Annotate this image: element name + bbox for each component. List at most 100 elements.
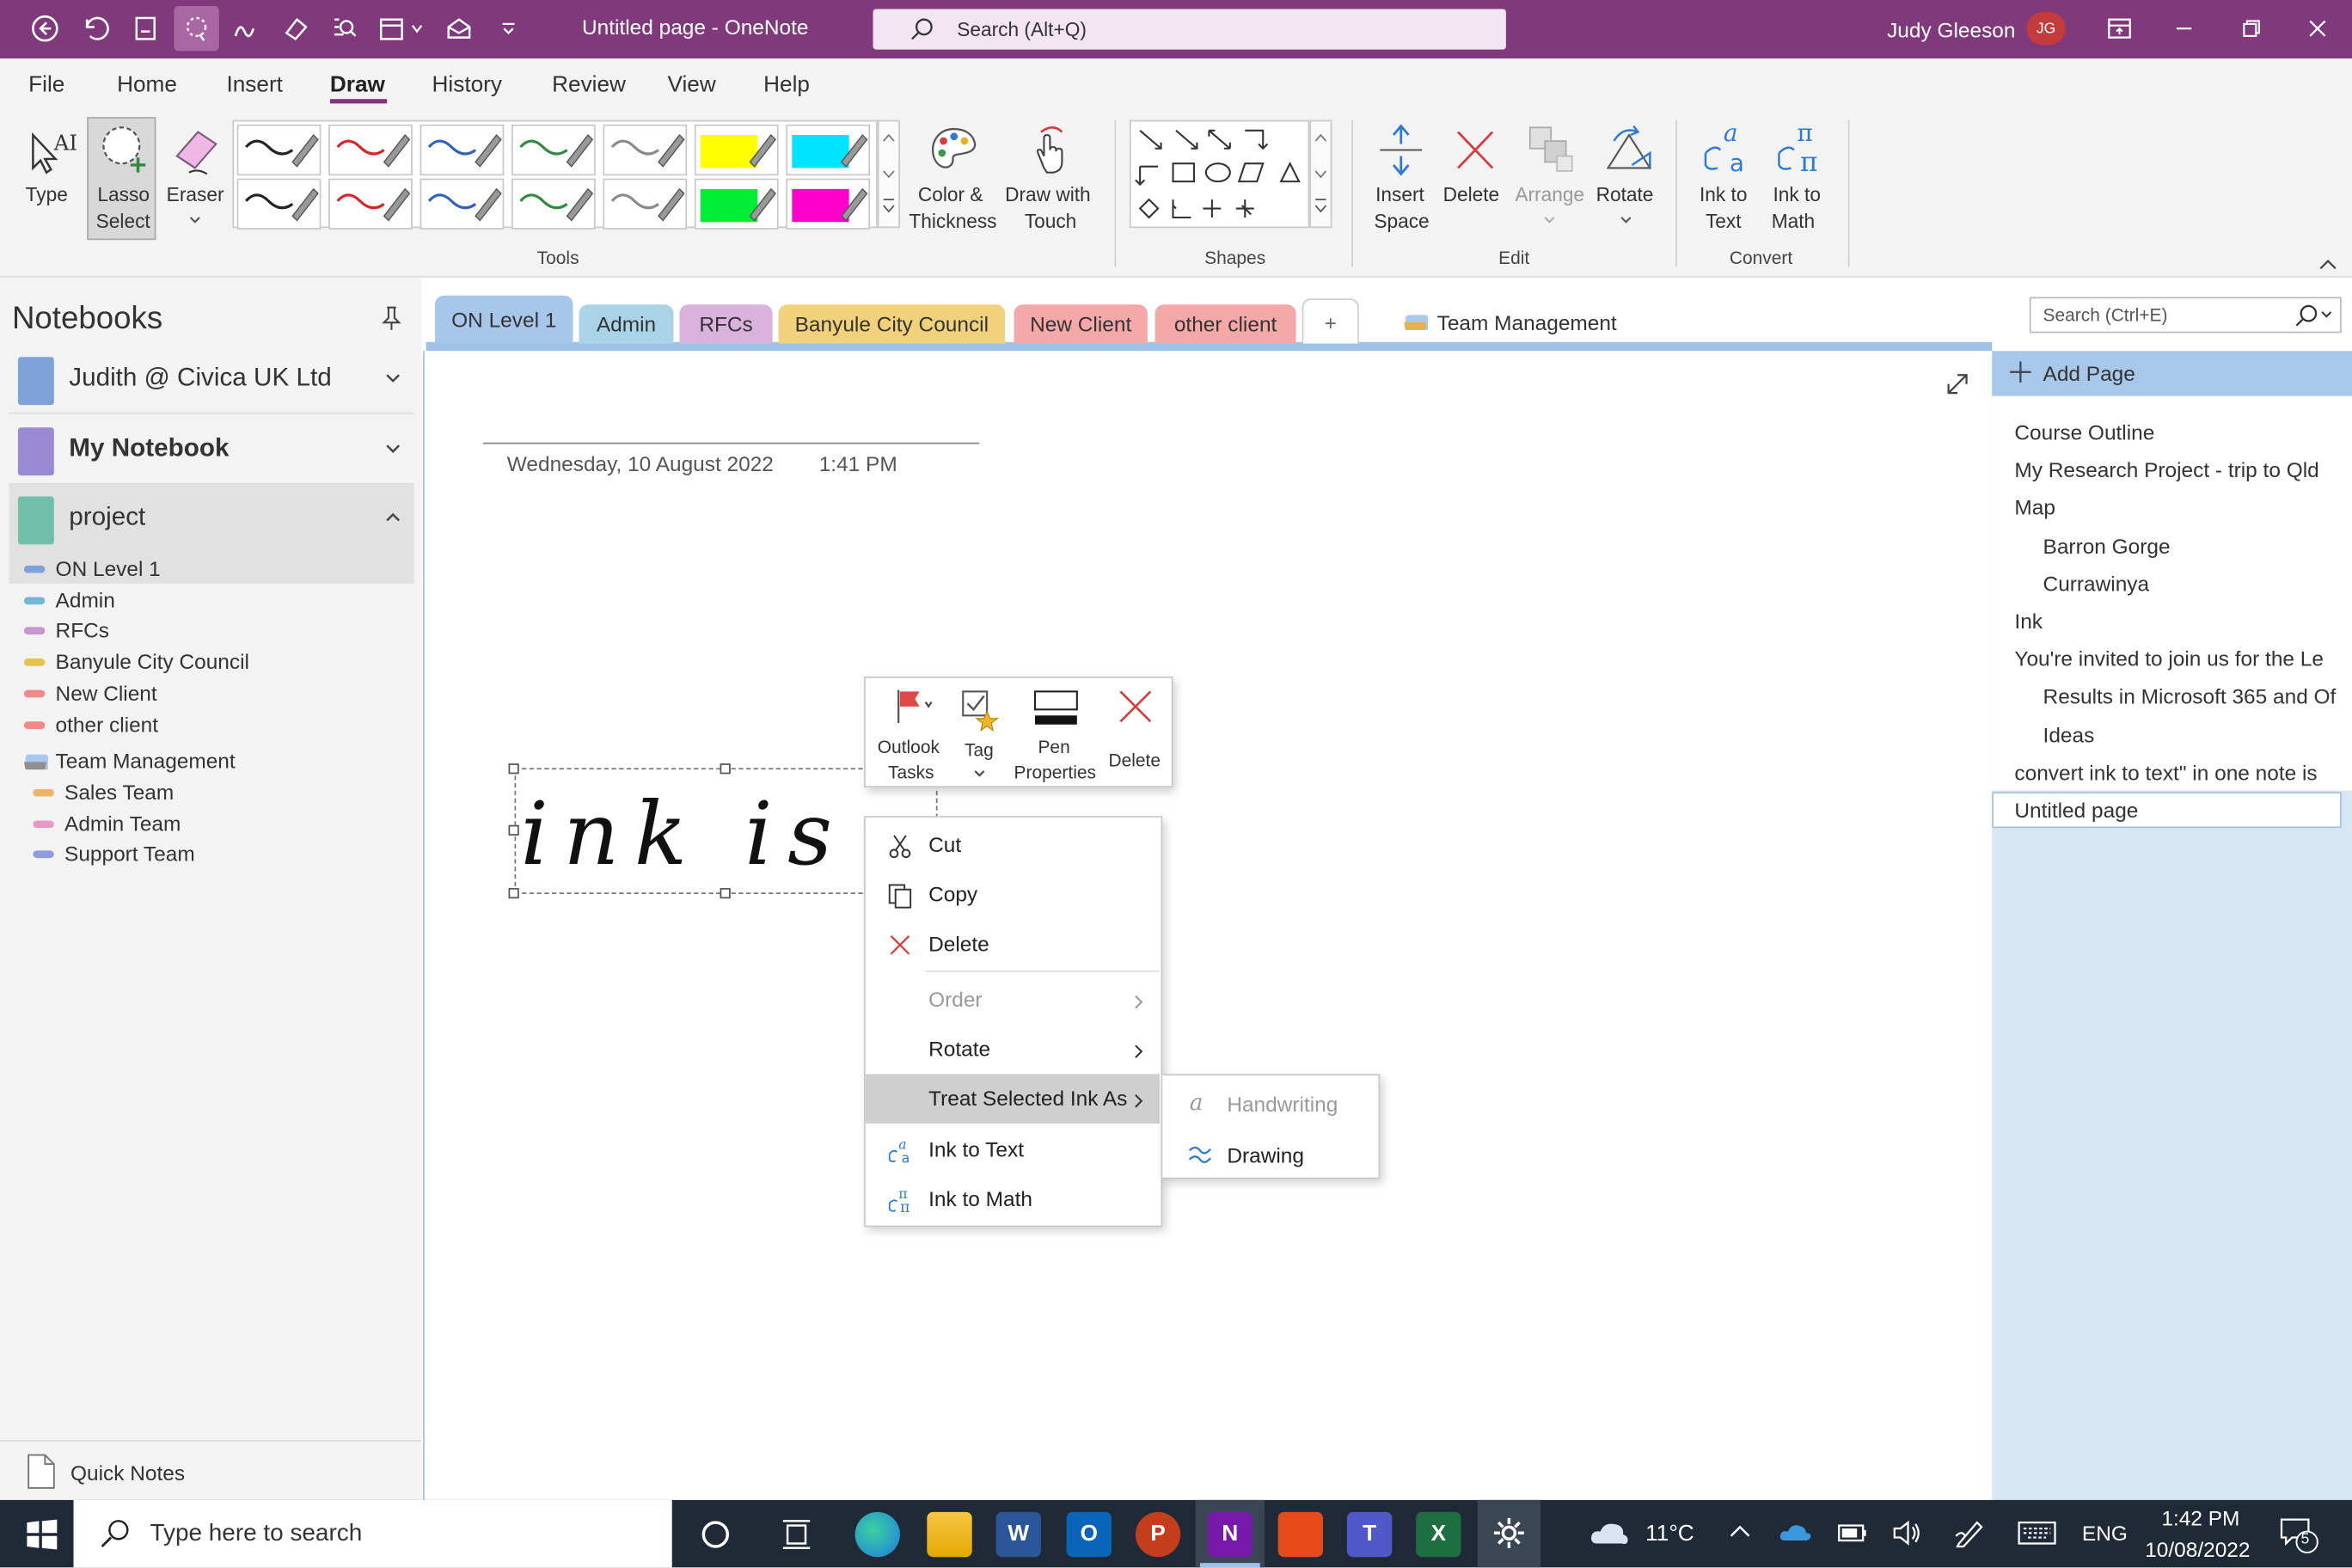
menu-insert[interactable]: Insert	[226, 72, 282, 98]
drawing-menu-item[interactable]: Drawing	[1166, 1130, 1375, 1178]
section-tab[interactable]: other client	[1155, 304, 1296, 344]
treat-ink-as-menu-item[interactable]: Treat Selected Ink As	[865, 1074, 1160, 1124]
page-item[interactable]: Results in Microsoft 365 and Of	[2043, 684, 2342, 708]
mail-icon[interactable]	[439, 9, 478, 47]
chevron-down-icon[interactable]	[405, 9, 429, 47]
page-item[interactable]: Untitled page	[2014, 798, 2341, 822]
office-app-icon[interactable]	[1277, 1511, 1324, 1558]
rotate-menu-item[interactable]: Rotate	[866, 1025, 1160, 1075]
page-canvas[interactable]	[423, 351, 1993, 1500]
section-item[interactable]: Banyule City Council	[18, 646, 411, 677]
settings-gear-icon[interactable]	[1491, 1515, 1527, 1551]
edge-app-icon[interactable]	[854, 1511, 900, 1558]
chevron-up-icon[interactable]	[384, 510, 402, 524]
outlook-tasks-button[interactable]: Outlook Tasks	[872, 684, 950, 783]
highlighter-2-7[interactable]	[786, 178, 871, 230]
pen-1-1[interactable]	[236, 124, 322, 176]
menu-history[interactable]: History	[432, 72, 502, 98]
section-item[interactable]: other client	[18, 708, 411, 738]
highlighter-1-6[interactable]	[694, 124, 779, 176]
onenote-app-icon[interactable]: N	[1207, 1511, 1253, 1558]
windows-start-icon[interactable]	[26, 1518, 58, 1551]
section-item[interactable]: New Client	[18, 677, 411, 707]
page-search-input[interactable]: Search (Ctrl+E)	[2029, 297, 2342, 334]
color-thickness-button[interactable]: Color & Thickness	[906, 120, 1002, 237]
chevron-down-icon[interactable]	[384, 371, 402, 385]
search-input[interactable]: Search (Alt+Q)	[873, 9, 1506, 50]
type-button[interactable]: AI Type	[15, 120, 83, 241]
back-icon[interactable]	[26, 9, 64, 47]
pen-1-3[interactable]	[420, 124, 505, 176]
notebook-my-notebook[interactable]: My Notebook	[9, 415, 414, 485]
section-item[interactable]: Support Team	[27, 839, 411, 869]
quick-notes[interactable]: Quick Notes	[21, 1449, 411, 1494]
pin-icon[interactable]	[379, 304, 403, 331]
pen-2-3[interactable]	[420, 178, 505, 230]
cortana-icon[interactable]	[697, 1516, 733, 1553]
taskbar-search-input[interactable]: Type here to search	[73, 1499, 672, 1568]
handwriting-menu-item[interactable]: a Handwriting	[1166, 1079, 1375, 1127]
excel-app-icon[interactable]: X	[1416, 1511, 1461, 1558]
delete-button[interactable]: Delete	[1440, 120, 1509, 211]
tag-button[interactable]: Tag	[952, 684, 1007, 783]
pen-gallery-scroll[interactable]	[877, 119, 900, 229]
section-item[interactable]: ON Level 1	[9, 553, 414, 584]
pen-1-4[interactable]	[511, 124, 596, 176]
clock-date[interactable]: 10/08/2022	[2145, 1538, 2250, 1562]
pen-2-4[interactable]	[511, 178, 596, 230]
ink-to-text-button[interactable]: aa Ink to Text	[1691, 120, 1760, 237]
section-tab[interactable]: Banyule City Council	[778, 304, 1006, 344]
file-explorer-icon[interactable]	[927, 1511, 972, 1558]
menu-help[interactable]: Help	[763, 72, 810, 98]
notebook-judith[interactable]: Judith @ Civica UK Ltd	[9, 345, 414, 414]
draw-with-touch-button[interactable]: Draw with Touch	[1005, 120, 1098, 237]
section-item[interactable]: Admin	[18, 585, 411, 615]
ink-handwriting[interactable]: ink is fu	[518, 771, 866, 891]
pen-workspace-icon[interactable]	[1953, 1518, 1986, 1548]
arrange-button[interactable]: Arrange	[1512, 120, 1590, 237]
pen-properties-button[interactable]: Pen Properties	[1013, 684, 1099, 783]
shapes-gallery-scroll[interactable]	[1309, 119, 1332, 229]
notification-center-icon[interactable]	[2277, 1515, 2319, 1553]
rotate-button[interactable]: Rotate	[1593, 120, 1662, 237]
highlighter-2-6[interactable]	[694, 178, 779, 230]
minimize-icon[interactable]	[2165, 9, 2203, 47]
clock-time[interactable]: 1:42 PM	[2161, 1506, 2239, 1530]
add-section-tab[interactable]: +	[1302, 298, 1359, 344]
show-hidden-icons-icon[interactable]	[1728, 1521, 1752, 1541]
ribbon-display-icon[interactable]	[2100, 9, 2139, 47]
eraser-quick-icon[interactable]	[276, 9, 315, 47]
lasso-select-quick-icon[interactable]	[174, 5, 219, 52]
word-app-icon[interactable]: W	[995, 1511, 1041, 1558]
lasso-select-button[interactable]: Lasso Select	[87, 117, 156, 241]
user-name[interactable]: Judy Gleeson	[1887, 18, 2015, 42]
task-view-icon[interactable]	[779, 1516, 815, 1553]
page-item[interactable]: convert ink to text" in one note is	[2014, 760, 2341, 784]
customize-quick-access-icon[interactable]	[489, 9, 528, 47]
pen-2-5[interactable]	[603, 178, 688, 230]
mini-delete-button[interactable]: Delete	[1103, 684, 1169, 783]
menu-view[interactable]: View	[667, 72, 715, 98]
menu-file[interactable]: File	[28, 72, 64, 98]
onedrive-icon[interactable]	[1778, 1518, 1814, 1545]
chevron-down-icon[interactable]	[384, 441, 402, 456]
section-group-item[interactable]: Team Management	[18, 745, 411, 775]
page-item[interactable]: Course Outline	[2014, 420, 2341, 444]
screen-clip-icon[interactable]	[126, 9, 165, 47]
powerpoint-app-icon[interactable]: P	[1135, 1511, 1181, 1558]
insert-space-button[interactable]: Insert Space	[1367, 120, 1436, 237]
add-page-button[interactable]: Add Page	[1992, 351, 2352, 396]
page-item[interactable]: Ideas	[2043, 722, 2342, 746]
page-item[interactable]: Currawinya	[2043, 571, 2342, 595]
page-item[interactable]: My Research Project - trip to Qld	[2014, 458, 2341, 482]
section-item[interactable]: RFCs	[18, 616, 411, 646]
eraser-button[interactable]: Eraser	[162, 120, 228, 237]
highlighter-1-7[interactable]	[786, 124, 871, 176]
touch-keyboard-icon[interactable]	[2016, 1518, 2058, 1548]
page-item[interactable]: You're invited to join us for the Le	[2014, 646, 2341, 671]
collapse-ribbon-icon[interactable]	[2318, 255, 2338, 273]
find-icon[interactable]	[326, 9, 364, 47]
language-indicator[interactable]: ENG	[2082, 1521, 2128, 1545]
ink-to-text-quick-icon[interactable]	[226, 9, 265, 47]
ink-to-math-button[interactable]: ππ Ink to Math	[1764, 120, 1833, 237]
